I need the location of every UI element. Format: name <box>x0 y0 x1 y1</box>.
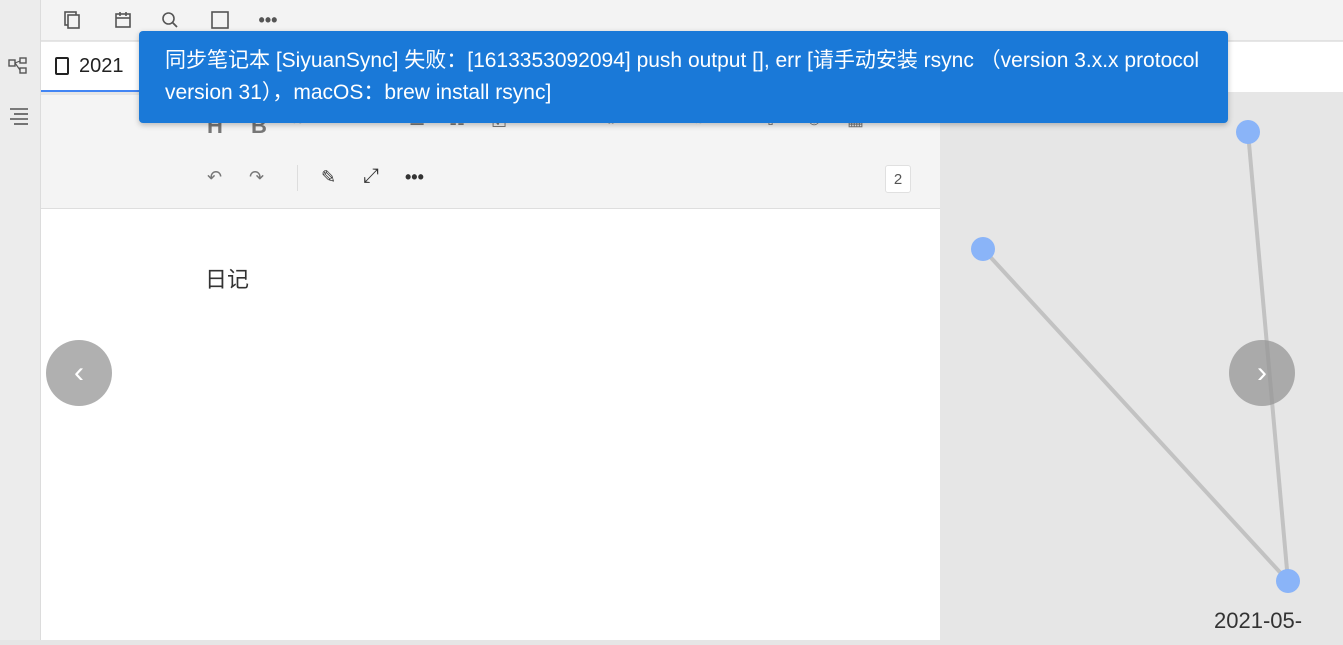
document-content[interactable]: 日记 <box>205 262 249 294</box>
search-icon[interactable] <box>160 10 180 30</box>
square-icon[interactable] <box>210 10 230 30</box>
file-tree-icon[interactable] <box>8 56 32 78</box>
fullscreen-icon[interactable]: ⤢ <box>363 165 379 188</box>
graph-edge <box>981 247 1290 583</box>
edit-icon[interactable]: ✎ <box>321 167 336 188</box>
chevron-left-icon: ‹ <box>74 356 84 389</box>
error-toast[interactable]: 同步笔记本 [SiyuanSync] 失败：[1613353092094] pu… <box>139 31 1228 123</box>
more-icon[interactable]: ••• <box>258 10 278 30</box>
toolbar-divider <box>297 165 298 191</box>
chevron-right-icon: › <box>1257 356 1267 389</box>
undo-icon[interactable]: ↶ <box>207 167 222 188</box>
next-button[interactable]: › <box>1229 340 1295 406</box>
left-dock <box>0 0 41 640</box>
graph-node-label: 2021-05- <box>1214 608 1303 633</box>
graph-node[interactable] <box>971 237 995 261</box>
editor-area[interactable] <box>41 209 940 640</box>
tab-document[interactable]: 2021 <box>41 42 141 92</box>
outline-icon[interactable] <box>8 106 32 128</box>
tab-title: 2021 <box>79 54 124 77</box>
calendar-icon[interactable] <box>113 10 133 30</box>
copy-icon[interactable] <box>62 10 82 30</box>
word-count-badge: 2 <box>885 165 911 193</box>
redo-icon[interactable]: ↷ <box>249 167 264 188</box>
prev-button[interactable]: ‹ <box>46 340 112 406</box>
toast-message: 同步笔记本 [SiyuanSync] 失败：[1613353092094] pu… <box>165 49 1200 104</box>
graph-node[interactable] <box>1276 569 1300 593</box>
document-icon <box>55 57 69 75</box>
tab-bar-extension <box>1220 42 1343 92</box>
graph-node[interactable] <box>1236 120 1260 144</box>
more-icon[interactable]: ••• <box>405 167 424 188</box>
